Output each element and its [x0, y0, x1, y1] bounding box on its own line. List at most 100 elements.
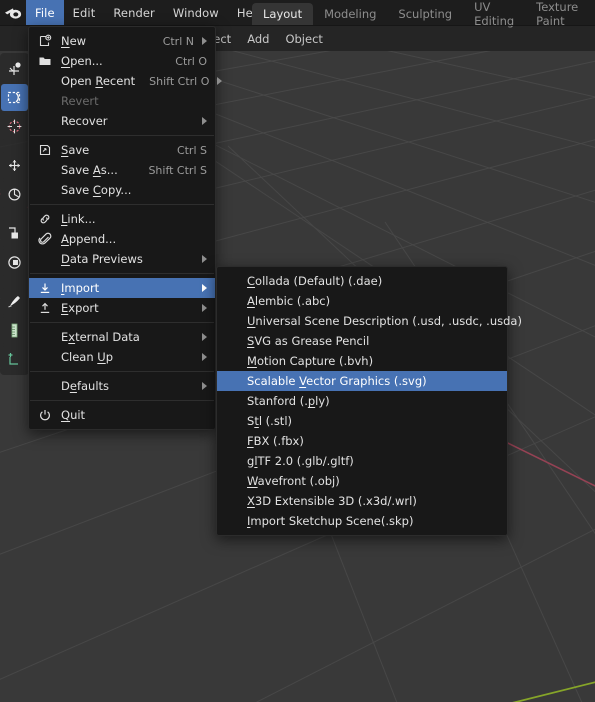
- menu-item-external-data[interactable]: External Data: [29, 327, 215, 347]
- menu-item-label: glTF 2.0 (.glb/.gltf): [247, 454, 354, 468]
- import-item-svg-grease-pencil[interactable]: SVG as Grease Pencil: [217, 331, 507, 351]
- menu-root-window[interactable]: Window: [164, 0, 228, 26]
- link-icon: [37, 211, 53, 227]
- menu-item-label: Wavefront (.obj): [247, 474, 340, 488]
- menu-item-label: Save As...: [61, 163, 118, 177]
- menu-item-label: Data Previews: [61, 252, 143, 266]
- menu-item-save[interactable]: Save Ctrl S: [29, 140, 215, 160]
- blender-logo-icon[interactable]: [0, 0, 26, 26]
- menu-item-label: Quit: [61, 408, 86, 422]
- select-box-tool[interactable]: [1, 84, 28, 111]
- menu-item-label: X3D Extensible 3D (.x3d/.wrl): [247, 494, 417, 508]
- tab-sculpting[interactable]: Sculpting: [387, 3, 463, 25]
- toolbar-gap-3: [1, 278, 28, 286]
- import-item-usd[interactable]: Universal Scene Description (.usd, .usdc…: [217, 311, 522, 331]
- import-item-alembic[interactable]: Alembic (.abc): [217, 291, 507, 311]
- menu-item-label: SVG as Grease Pencil: [247, 334, 370, 348]
- power-icon: [37, 407, 53, 423]
- import-item-stanford-ply[interactable]: Stanford (.ply): [217, 391, 507, 411]
- tab-uv-editing[interactable]: UV Editing: [463, 0, 525, 28]
- menu-item-save-as[interactable]: Save As... Shift Ctrl S: [29, 160, 215, 180]
- chevron-right-icon: [202, 353, 207, 361]
- tab-modeling[interactable]: Modeling: [313, 3, 387, 25]
- menu-item-label: Export: [61, 301, 99, 315]
- menu-item-data-previews[interactable]: Data Previews: [29, 249, 215, 269]
- chevron-right-icon: [202, 117, 207, 125]
- menu-item-label: Alembic (.abc): [247, 294, 331, 308]
- tab-texture-paint[interactable]: Texture Paint: [525, 0, 595, 28]
- file-menu-dropdown[interactable]: New Ctrl N Open... Ctrl O Open Recent Sh…: [28, 26, 223, 430]
- import-item-collada[interactable]: Collada (Default) (.dae): [217, 271, 507, 291]
- import-item-stl[interactable]: Stl (.stl): [217, 411, 507, 431]
- menu-separator: [30, 371, 214, 372]
- viewport-toolbar: [0, 53, 29, 375]
- menu-item-link[interactable]: Link...: [29, 209, 215, 229]
- menu-item-label: FBX (.fbx): [247, 434, 304, 448]
- menu-item-label: Import: [61, 281, 100, 295]
- blender-window: elect Add Object File Edit Render Window…: [0, 0, 595, 702]
- menu-item-quit[interactable]: Quit: [29, 405, 215, 425]
- import-item-gltf[interactable]: glTF 2.0 (.glb/.gltf): [217, 451, 507, 471]
- menu-item-label: Save: [61, 143, 90, 157]
- topbar: File Edit Render Window Help Layout Mode…: [0, 0, 595, 28]
- import-submenu-dropdown[interactable]: Collada (Default) (.dae) Alembic (.abc) …: [216, 266, 522, 536]
- menu-item-label: New: [61, 34, 87, 48]
- menu-item-label: Scalable Vector Graphics (.svg): [247, 374, 427, 388]
- menu-separator: [30, 322, 214, 323]
- menu-item-label: Stanford (.ply): [247, 394, 330, 408]
- tab-layout[interactable]: Layout: [252, 3, 314, 25]
- import-item-fbx[interactable]: FBX (.fbx): [217, 431, 507, 451]
- menu-item-label: External Data: [61, 330, 140, 344]
- move-tool[interactable]: [1, 152, 28, 179]
- menu-item-revert: Revert: [29, 91, 215, 111]
- chevron-right-icon: [202, 382, 207, 390]
- menu-item-label: Open Recent: [61, 74, 136, 88]
- menu-item-save-copy[interactable]: Save Copy...: [29, 180, 215, 200]
- menu-root-render[interactable]: Render: [104, 0, 164, 26]
- menu-item-append[interactable]: Append...: [29, 229, 215, 249]
- toolbar-gap-1: [1, 142, 28, 150]
- menu-item-shortcut: Ctrl O: [175, 54, 207, 68]
- menu-item-clean-up[interactable]: Clean Up: [29, 347, 215, 367]
- import-item-svg[interactable]: Scalable Vector Graphics (.svg): [217, 371, 507, 391]
- menu-root-file[interactable]: File: [26, 0, 64, 26]
- import-arrow-down-icon: [37, 280, 53, 296]
- menu-item-open-recent[interactable]: Open Recent Shift Ctrl O: [29, 71, 223, 91]
- new-file-icon: [37, 33, 53, 49]
- menu-item-label: Motion Capture (.bvh): [247, 354, 374, 368]
- import-item-wavefront-obj[interactable]: Wavefront (.obj): [217, 471, 507, 491]
- scale-tool[interactable]: [1, 220, 28, 247]
- import-item-x3d[interactable]: X3D Extensible 3D (.x3d/.wrl): [217, 491, 507, 511]
- transform-tool[interactable]: [1, 249, 28, 276]
- menu-root-edit[interactable]: Edit: [64, 0, 105, 26]
- chevron-right-icon: [217, 77, 223, 85]
- save-icon: [37, 142, 53, 158]
- add-cube-tool[interactable]: [1, 346, 28, 373]
- chevron-right-icon: [202, 333, 207, 341]
- measure-tool[interactable]: [1, 317, 28, 344]
- menu-item-label: Revert: [61, 94, 99, 108]
- menu-item-shortcut: Ctrl N: [162, 34, 194, 48]
- menu-item-label: Save Copy...: [61, 183, 132, 197]
- viewport-menu-object[interactable]: Object: [277, 32, 330, 46]
- menu-item-label: Universal Scene Description (.usd, .usdc…: [247, 314, 522, 328]
- menu-item-new[interactable]: New Ctrl N: [29, 31, 215, 51]
- menu-item-label: Append...: [61, 232, 117, 246]
- menu-item-import[interactable]: Import: [29, 278, 215, 298]
- viewport-menu-add[interactable]: Add: [239, 32, 277, 46]
- menu-item-recover[interactable]: Recover: [29, 111, 215, 131]
- menu-item-label: Collada (Default) (.dae): [247, 274, 383, 288]
- menu-separator: [30, 400, 214, 401]
- cursor-tool[interactable]: [1, 55, 28, 82]
- menu-item-open[interactable]: Open... Ctrl O: [29, 51, 215, 71]
- import-item-sketchup[interactable]: Import Sketchup Scene(.skp): [217, 511, 507, 531]
- menu-separator: [30, 273, 214, 274]
- export-arrow-up-icon: [37, 300, 53, 316]
- menu-item-export[interactable]: Export: [29, 298, 215, 318]
- import-item-motion-capture[interactable]: Motion Capture (.bvh): [217, 351, 507, 371]
- annotate-tool[interactable]: [1, 288, 28, 315]
- cursor-3d-tool[interactable]: [1, 113, 28, 140]
- menu-item-shortcut: Shift Ctrl S: [148, 163, 207, 177]
- rotate-tool[interactable]: [1, 181, 28, 208]
- menu-item-defaults[interactable]: Defaults: [29, 376, 215, 396]
